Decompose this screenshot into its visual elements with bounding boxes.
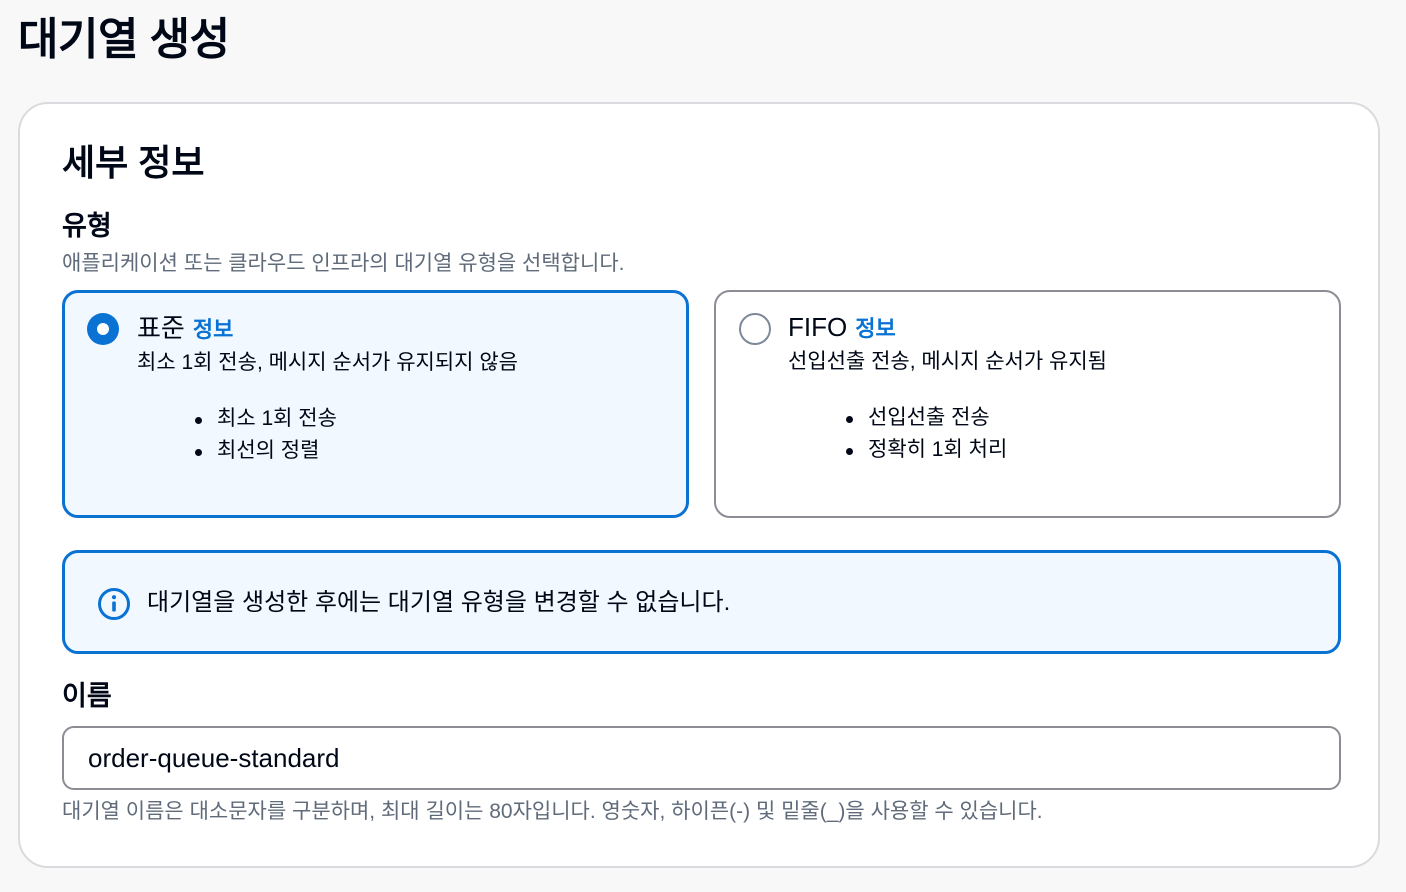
page-title: 대기열 생성 xyxy=(18,15,230,64)
type-description: 애플리케이션 또는 클라우드 인프라의 대기열 유형을 선택합니다. xyxy=(62,252,625,275)
fifo-info-link[interactable]: 정보 xyxy=(855,316,895,341)
info-alert: 대기열을 생성한 후에는 대기열 유형을 변경할 수 없습니다. xyxy=(62,550,1341,654)
fifo-title-row: FIFO 정보 xyxy=(788,310,896,346)
list-item: 최선의 정렬 xyxy=(195,435,337,467)
standard-title: 표준 xyxy=(137,313,185,343)
standard-info-link[interactable]: 정보 xyxy=(193,317,233,342)
name-label: 이름 xyxy=(62,681,112,711)
queue-type-fifo-tile[interactable]: FIFO 정보 선입선출 전송, 메시지 순서가 유지됨 선입선출 전송 정확히 … xyxy=(714,290,1341,518)
radio-fifo[interactable] xyxy=(739,313,771,345)
queue-type-standard-tile[interactable]: 표준 정보 최소 1회 전송, 메시지 순서가 유지되지 않음 최소 1회 전송 … xyxy=(62,290,689,518)
fifo-bullet-list: 선입선출 전송 정확히 1회 처리 xyxy=(846,402,1007,466)
standard-description: 최소 1회 전송, 메시지 순서가 유지되지 않음 xyxy=(137,351,518,374)
type-label: 유형 xyxy=(62,211,112,241)
radio-standard-selected[interactable] xyxy=(87,313,119,345)
standard-bullet-list: 최소 1회 전송 최선의 정렬 xyxy=(195,403,337,467)
fifo-description: 선입선출 전송, 메시지 순서가 유지됨 xyxy=(788,350,1107,373)
list-item: 정확히 1회 처리 xyxy=(846,434,1007,466)
list-item: 최소 1회 전송 xyxy=(195,403,337,435)
info-icon xyxy=(98,588,130,620)
section-title: 세부 정보 xyxy=(62,142,205,183)
queue-name-input[interactable] xyxy=(62,726,1341,790)
fifo-title: FIFO xyxy=(788,312,848,342)
list-item: 선입선출 전송 xyxy=(846,402,1007,434)
name-constraint-text: 대기열 이름은 대소문자를 구분하며, 최대 길이는 80자입니다. 영숫자, … xyxy=(62,800,1043,823)
standard-title-row: 표준 정보 xyxy=(137,311,233,347)
details-panel: 세부 정보 유형 애플리케이션 또는 클라우드 인프라의 대기열 유형을 선택합… xyxy=(18,102,1380,868)
alert-text: 대기열을 생성한 후에는 대기열 유형을 변경할 수 없습니다. xyxy=(147,589,731,616)
